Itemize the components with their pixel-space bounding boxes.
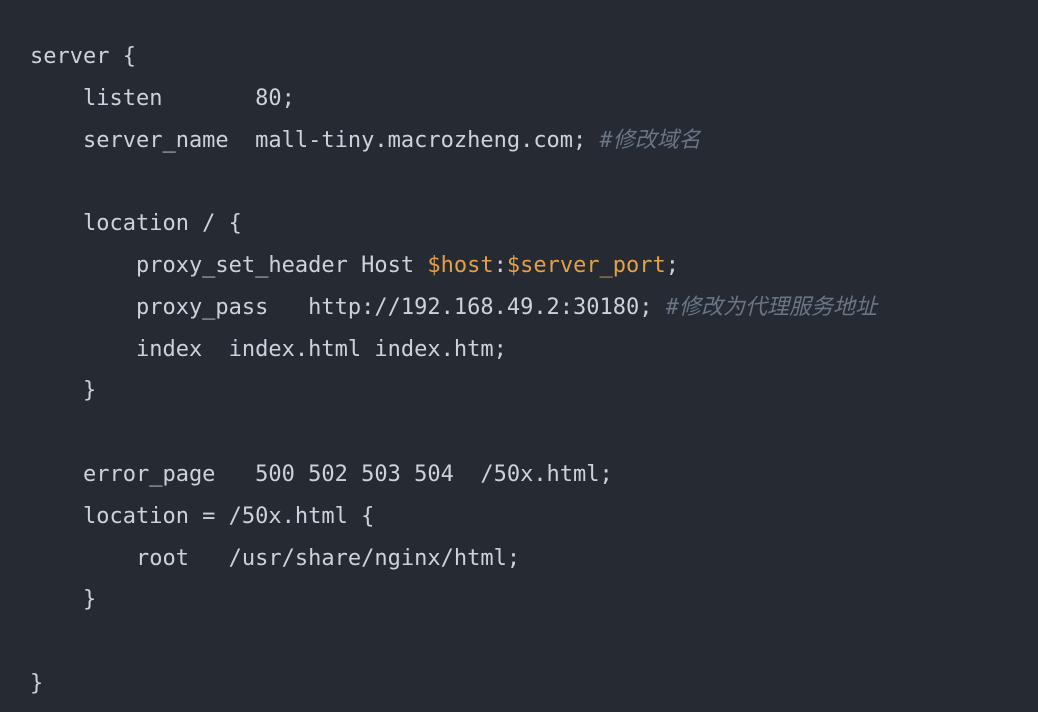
variable-host: $host	[427, 253, 493, 278]
comment-text: #修改为代理服务地址	[666, 295, 877, 320]
code-line: location / {	[30, 211, 242, 236]
code-line: location = /50x.html {	[30, 504, 374, 529]
code-line: }	[30, 587, 96, 612]
code-line: error_page 500 502 503 504 /50x.html;	[30, 462, 613, 487]
comment-text: #修改域名	[600, 128, 701, 153]
code-line: }	[30, 378, 96, 403]
code-line: server_name mall-tiny.macrozheng.com; #修…	[30, 128, 701, 153]
code-line: server {	[30, 44, 136, 69]
code-line: listen 80;	[30, 86, 295, 111]
code-line: }	[30, 671, 43, 696]
code-line: root /usr/share/nginx/html;	[30, 546, 520, 571]
variable-server-port: $server_port	[507, 253, 666, 278]
nginx-config-block: server { listen 80; server_name mall-tin…	[30, 36, 1008, 705]
code-line: proxy_pass http://192.168.49.2:30180; #修…	[30, 295, 877, 320]
code-line: index index.html index.htm;	[30, 337, 507, 362]
code-line: proxy_set_header Host $host:$server_port…	[30, 253, 679, 278]
